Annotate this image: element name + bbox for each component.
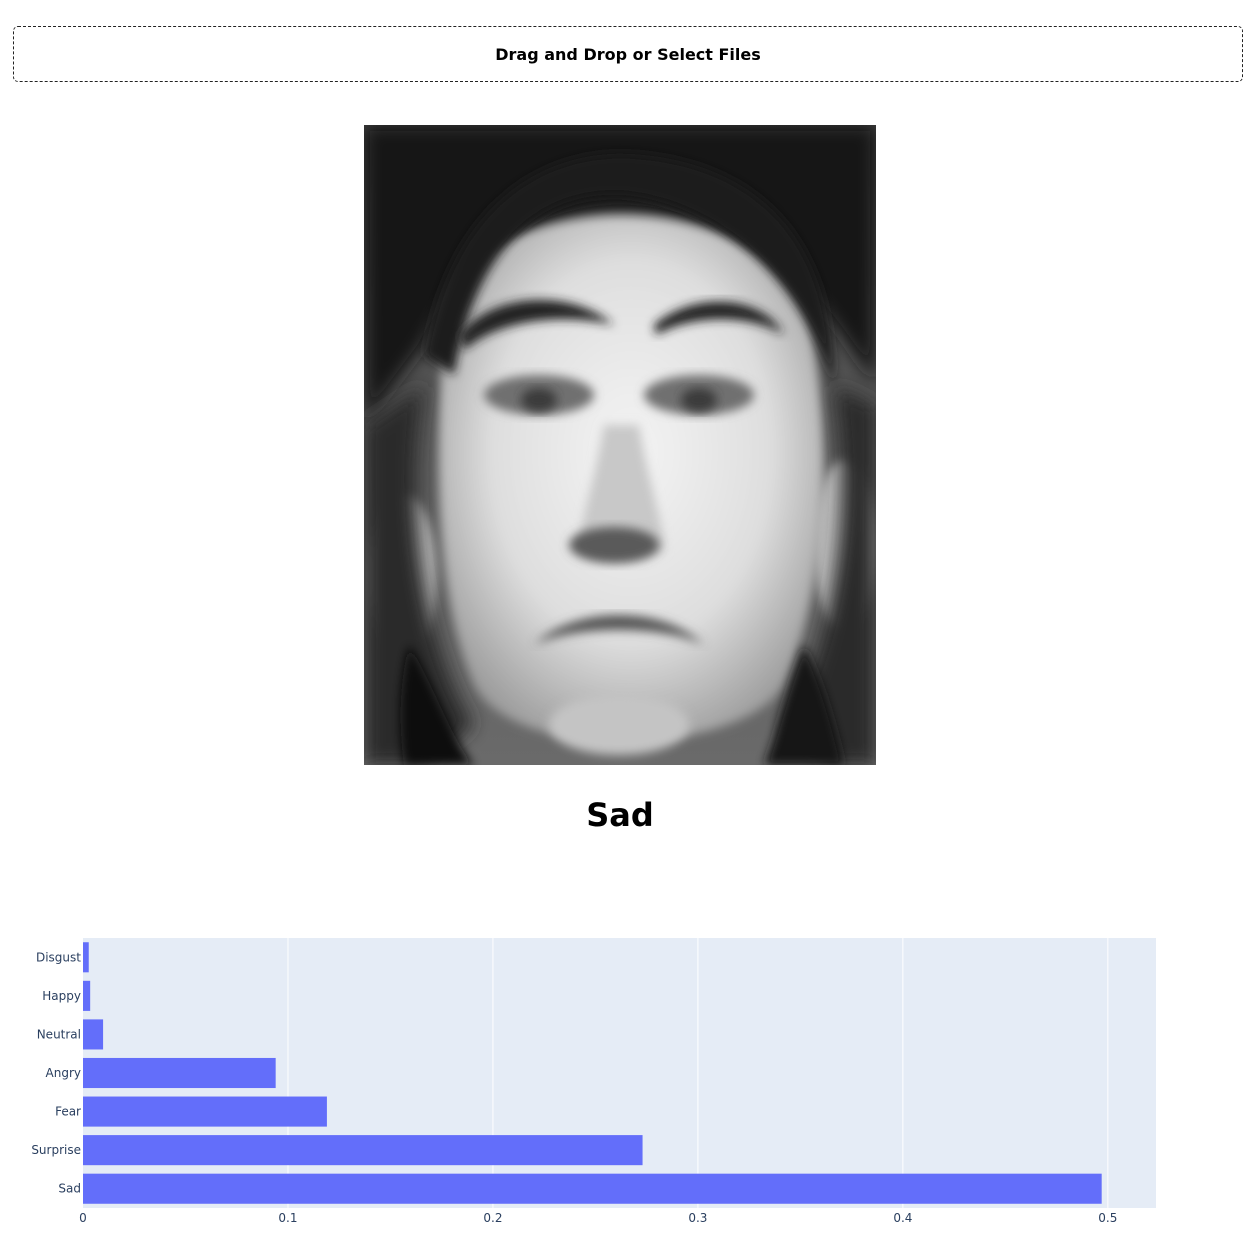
- bar-neutral[interactable]: [83, 1019, 104, 1050]
- bar-sad[interactable]: [83, 1173, 1102, 1204]
- x-tick-label: 0.1: [278, 1211, 297, 1225]
- x-tick-label: 0.2: [483, 1211, 502, 1225]
- file-upload-dropzone[interactable]: Drag and Drop or Select Files: [13, 26, 1243, 82]
- bar-chart-svg: 0 0.1 0.2 0.3 0.4 0.5 Disgust Happy Neutral Angry…: [31, 938, 1156, 1225]
- y-tick-label: Happy: [42, 989, 81, 1003]
- upload-label: Drag and Drop or Select Files: [495, 44, 761, 64]
- y-tick-label: Surprise: [31, 1143, 81, 1157]
- x-tick-label: 0.5: [1098, 1211, 1117, 1225]
- uploaded-face-image: [364, 125, 876, 765]
- prediction-label: Sad: [586, 796, 654, 834]
- bar-happy[interactable]: [83, 980, 91, 1011]
- y-tick-label: Angry: [46, 1066, 81, 1080]
- x-tick-label: 0.3: [688, 1211, 707, 1225]
- y-tick-label: Disgust: [36, 950, 81, 964]
- y-tick-label: Fear: [55, 1105, 81, 1119]
- bar-surprise[interactable]: [83, 1135, 643, 1166]
- bar-disgust[interactable]: [83, 942, 89, 973]
- x-tick-label: 0.4: [893, 1211, 912, 1225]
- emotion-probability-chart: 0 0.1 0.2 0.3 0.4 0.5 Disgust Happy Neutral Angry…: [0, 920, 1258, 1236]
- bar-fear[interactable]: [83, 1096, 327, 1127]
- y-tick-label: Neutral: [37, 1027, 81, 1041]
- x-tick-label: 0: [79, 1211, 87, 1225]
- y-tick-label: Sad: [58, 1182, 81, 1196]
- bar-angry[interactable]: [83, 1057, 276, 1089]
- face-photo-icon: [364, 125, 876, 765]
